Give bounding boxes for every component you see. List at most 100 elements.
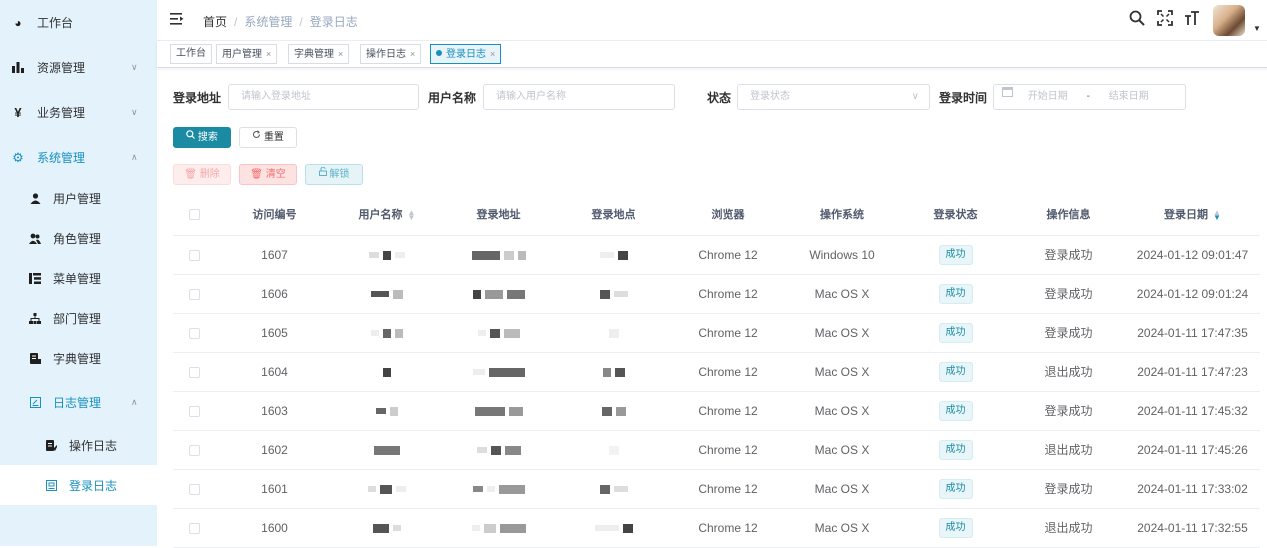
row-checkbox[interactable] [189,405,200,417]
table-row[interactable]: 1602 Chrome 12 Mac OS X 成功 退出成功 2024-01-11 17… [173,430,1260,470]
bar-chart-icon [11,61,25,75]
table-row[interactable]: 1601 Chrome 12 Mac OS X 成功 登录成功 2024-01-11 17… [173,469,1260,509]
row-checkbox[interactable] [189,288,200,300]
address-label: 登录地址 [173,91,222,105]
log-icon [28,396,42,410]
reset-button[interactable]: 重置 [239,127,297,148]
row-checkbox[interactable] [189,483,200,495]
cell-message: 退出成功 [1012,430,1125,470]
peoples-icon [28,231,42,245]
cell-date: 2024-01-11 17:45:32 [1125,391,1260,431]
cell-status: 成功 [899,313,1012,353]
username-input[interactable]: 请输入用户名称 [483,84,675,110]
column-header: 浏览器 [671,194,785,236]
tag-dashboard[interactable]: 工作台 [170,44,212,64]
navbar: 首页 / 系统管理 / 登录日志 ▼ [157,0,1267,41]
close-icon[interactable]: × [410,49,415,59]
chevron-up-icon: ∧ [131,152,138,162]
redacted-block [483,523,496,533]
breadcrumb-current: 登录日志 [309,15,358,29]
tag-dict[interactable]: 字典管理 × [288,44,350,64]
redacted-block [395,252,405,259]
redacted-block [383,328,391,338]
close-icon[interactable]: × [490,49,495,59]
redacted-block [368,486,376,493]
table-row[interactable]: 1605 Chrome 12 Mac OS X 成功 登录成功 2024-01-11 17… [173,313,1260,353]
cell-location [556,235,671,275]
row-checkbox[interactable] [189,366,200,378]
breadcrumb: 首页 / 系统管理 / 登录日志 [203,13,358,30]
tag-oper-log[interactable]: 操作日志 × [360,44,422,64]
font-size-icon[interactable] [1184,10,1200,30]
range-separator: - [1086,91,1090,102]
table-row[interactable]: 1603 Chrome 12 Mac OS X 成功 登录成功 2024-01-11 17… [173,391,1260,431]
row-checkbox[interactable] [189,522,200,534]
redacted-block [601,406,612,416]
redacted-block [489,328,500,338]
sidebar-item-roles[interactable]: 角色管理 [0,218,157,258]
cell-username [333,391,441,431]
sidebar-item-menus[interactable]: 菜单管理 [0,258,157,298]
sidebar-item-dashboard[interactable]: ◕ 工作台 [0,0,157,45]
tag-login-log[interactable]: 登录日志 × [430,44,502,64]
table-row[interactable]: 1600 Chrome 12 Mac OS X 成功 退出成功 2024-01-11 17… [173,508,1260,548]
cell-status: 成功 [899,235,1012,275]
search-button[interactable]: 搜索 [173,127,231,148]
delete-button[interactable]: 🗑︎ 删除 [173,164,231,185]
redacted-block [373,523,389,533]
unlock-button[interactable]: 解锁 [305,164,363,185]
redacted-block [615,406,626,416]
sort-icon[interactable]: ▲ ▼ [408,209,416,222]
close-icon[interactable]: × [338,49,343,59]
hamburger-icon[interactable] [170,12,184,28]
sidebar-item-logs[interactable]: 日志管理 ∧ [0,380,157,425]
column-header[interactable]: 用户名称 ▲ ▼ [333,194,441,236]
dict-icon [28,351,42,365]
address-input[interactable]: 请输入登录地址 [228,84,419,110]
sort-icon[interactable]: ▲ ▼ [1213,209,1221,222]
close-icon[interactable]: × [266,49,271,59]
unlock-button-label: 解锁 [329,169,350,180]
row-checkbox[interactable] [189,444,200,456]
tag-users[interactable]: 用户管理 × [216,44,278,64]
clear-button[interactable]: 🗑︎ 清空 [239,164,297,185]
cell-address [441,430,556,470]
status-select[interactable]: 登录状态 ∨ [737,84,930,110]
cell-message: 退出成功 [1012,508,1125,548]
column-header: 操作信息 [1012,194,1125,236]
sidebar-item-business[interactable]: ¥ 业务管理 ∨ [0,90,157,135]
cell-os: Windows 10 [785,235,899,275]
avatar[interactable] [1213,5,1245,36]
cell-username [333,235,441,275]
status-badge: 成功 [938,439,973,460]
search-icon[interactable] [1129,10,1145,30]
sidebar-item-resources[interactable]: 资源管理 ∨ [0,45,157,90]
cell-date: 2024-01-11 17:45:26 [1125,430,1260,470]
row-checkbox[interactable] [189,249,200,261]
time-label: 登录时间 [939,91,988,105]
caret-down-icon[interactable]: ▼ [1253,24,1261,33]
row-checkbox[interactable] [189,327,200,339]
column-header[interactable]: 登录日期 ▲ ▼ [1125,194,1260,236]
cell-status: 成功 [899,508,1012,548]
redacted-block [376,408,386,415]
sidebar-item-system[interactable]: ⚙ 系统管理 ∧ [0,135,157,180]
sidebar-item-oper-log[interactable]: 操作日志 [0,425,157,465]
cell-id: 1602 [216,430,333,470]
date-range-picker[interactable]: 开始日期 - 结束日期 [993,84,1186,110]
sidebar-item-dict[interactable]: 字典管理 [0,338,157,378]
table-row[interactable]: 1606 Chrome 12 Mac OS X 成功 登录成功 2024-01-12 09… [173,274,1260,314]
table-row[interactable]: 1607 Chrome 12 Windows 10 成功 登录成功 2024-01-12 … [173,235,1260,275]
clear-button-label: 清空 [265,169,286,180]
sidebar-item-departments[interactable]: 部门管理 [0,298,157,338]
redacted-block [498,484,525,494]
sidebar-item-label: 角色管理 [53,231,102,246]
select-all-checkbox[interactable] [189,208,200,220]
fullscreen-icon[interactable] [1157,10,1173,30]
breadcrumb-home[interactable]: 首页 [203,15,227,29]
sidebar-item-login-log[interactable]: 登录日志 [0,465,157,505]
table-row[interactable]: 1604 Chrome 12 Mac OS X 成功 退出成功 2024-01-11 17… [173,352,1260,392]
redacted-block [504,445,521,455]
sidebar-item-users[interactable]: 用户管理 [0,178,157,218]
yen-icon: ¥ [14,105,22,120]
